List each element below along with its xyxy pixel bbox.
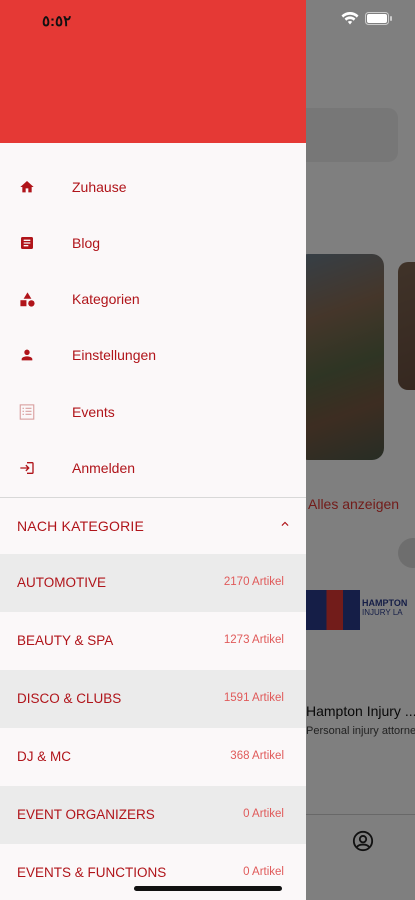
menu-label-home: Zuhause bbox=[72, 179, 127, 195]
category-row-dj-mc[interactable]: DJ & MC 368 Artikel bbox=[0, 728, 306, 786]
category-count: 0 Artikel bbox=[243, 866, 284, 878]
category-name: DJ & MC bbox=[17, 749, 71, 764]
category-section-header[interactable]: NACH KATEGORIE bbox=[0, 498, 306, 554]
category-row-automotive[interactable]: AUTOMOTIVE 2170 Artikel bbox=[0, 554, 306, 612]
menu-label-categories: Kategorien bbox=[72, 291, 140, 307]
list-icon bbox=[18, 403, 36, 421]
navigation-drawer: ٥:٥٢ Zuhause Blog Kategorien Einstellung… bbox=[0, 0, 306, 900]
category-section-title: NACH KATEGORIE bbox=[17, 518, 145, 534]
menu-item-events[interactable]: Events bbox=[0, 384, 306, 440]
login-icon bbox=[18, 459, 36, 477]
category-shapes-icon bbox=[18, 290, 36, 308]
menu-item-home[interactable]: Zuhause bbox=[0, 159, 306, 215]
battery-icon bbox=[365, 12, 392, 25]
home-indicator[interactable] bbox=[134, 886, 282, 891]
category-count: 368 Artikel bbox=[230, 750, 284, 762]
chevron-up-icon bbox=[281, 521, 289, 526]
wifi-icon bbox=[341, 12, 359, 25]
home-icon bbox=[18, 178, 36, 196]
article-icon bbox=[18, 234, 36, 252]
category-count: 1273 Artikel bbox=[223, 634, 284, 646]
menu-label-settings: Einstellungen bbox=[72, 347, 157, 363]
category-count: 2170 Artikel bbox=[223, 576, 284, 588]
menu-label-login: Anmelden bbox=[72, 460, 136, 476]
category-count: 0 Artikel bbox=[243, 808, 284, 820]
menu-item-categories[interactable]: Kategorien bbox=[0, 271, 306, 327]
drawer-header: ٥:٥٢ bbox=[0, 0, 306, 143]
menu-item-settings[interactable]: Einstellungen bbox=[0, 327, 306, 383]
category-row-events-functions[interactable]: EVENTS & FUNCTIONS 0 Artikel bbox=[0, 844, 306, 900]
status-bar-icons bbox=[341, 12, 393, 25]
category-row-disco-clubs[interactable]: DISCO & CLUBS 1591 Artikel bbox=[0, 670, 306, 728]
menu-item-login[interactable]: Anmelden bbox=[0, 440, 306, 496]
person-icon bbox=[18, 346, 36, 364]
category-count: 1591 Artikel bbox=[223, 692, 284, 704]
menu-label-events: Events bbox=[72, 404, 115, 420]
category-name: AUTOMOTIVE bbox=[17, 575, 107, 590]
category-name: DISCO & CLUBS bbox=[17, 691, 122, 706]
menu-label-blog: Blog bbox=[72, 235, 101, 251]
status-time: ٥:٥٢ bbox=[42, 13, 72, 30]
category-row-event-organizers[interactable]: EVENT ORGANIZERS 0 Artikel bbox=[0, 786, 306, 844]
category-name: BEAUTY & SPA bbox=[17, 633, 114, 648]
category-name: EVENT ORGANIZERS bbox=[17, 807, 155, 822]
menu-item-blog[interactable]: Blog bbox=[0, 215, 306, 271]
category-name: EVENTS & FUNCTIONS bbox=[17, 865, 167, 880]
category-row-beauty-spa[interactable]: BEAUTY & SPA 1273 Artikel bbox=[0, 612, 306, 670]
